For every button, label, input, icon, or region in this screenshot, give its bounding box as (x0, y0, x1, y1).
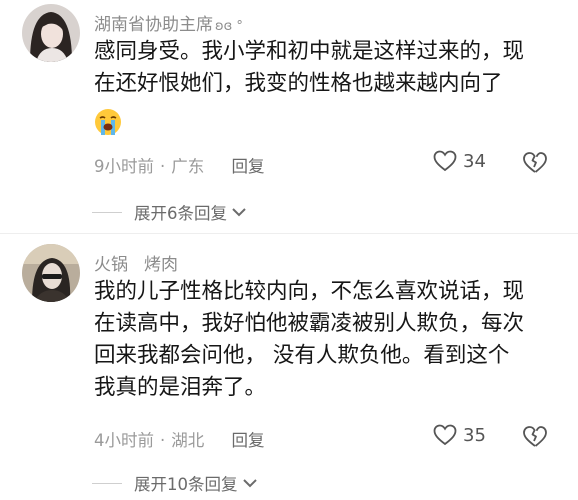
user-tag: 烤肉 (144, 255, 178, 275)
dislike-button[interactable] (522, 151, 548, 179)
reply-button[interactable]: 回复 (232, 431, 265, 450)
comment-location: 广东 (171, 157, 205, 176)
loudly-crying-face-icon (94, 106, 556, 138)
comment-time: 4小时前 (94, 431, 154, 450)
like-count: 35 (463, 424, 486, 446)
chevron-down-icon (242, 479, 257, 488)
section-divider (0, 233, 578, 234)
comment-line: 我的儿子性格比较内向，不怎么喜欢说话，现 (94, 279, 525, 304)
separator-dot: · (160, 431, 166, 450)
comment-location: 湖北 (171, 431, 205, 450)
broken-heart-icon (523, 152, 547, 173)
heart-icon (433, 424, 457, 446)
heart-icon (433, 150, 457, 172)
divider-line (92, 211, 122, 213)
dislike-button[interactable] (522, 425, 548, 453)
username[interactable]: 火锅 烤肉 (94, 250, 178, 275)
divider-line (92, 482, 122, 484)
expand-replies-button[interactable]: 展开6条回复 (92, 200, 247, 224)
comment-line: 感同身受。我小学和初中就是这样过来的，现 (94, 39, 525, 64)
comment-line: 在读高中，我好怕他被霸凌被别人欺负，每次 (94, 311, 525, 336)
broken-heart-icon (523, 426, 547, 447)
comment-line: 在还好恨她们，我变的性格也越来越内向了 (94, 71, 503, 96)
expand-replies-button[interactable]: 展开10条回复 (92, 471, 258, 495)
username-decoration: ʚɞ ° (215, 19, 243, 34)
avatar[interactable] (22, 4, 80, 62)
comment-text: 感同身受。我小学和初中就是这样过来的，现 在还好恨她们，我变的性格也越来越内向了 (94, 36, 556, 138)
avatar[interactable] (22, 244, 80, 302)
expand-replies-label: 展开6条回复 (134, 204, 227, 223)
username-text: 湖南省协助主席 (94, 15, 213, 35)
username-text: 火锅 (94, 255, 128, 275)
like-button[interactable]: 34 (433, 150, 486, 172)
comment-meta: 4小时前 · 湖北 回复 (94, 427, 265, 451)
reply-button[interactable]: 回复 (232, 157, 265, 176)
comment-line: 我真的是泪奔了。 (94, 375, 267, 400)
chevron-down-icon (232, 208, 246, 217)
username[interactable]: 湖南省协助主席 ʚɞ ° (94, 10, 243, 35)
like-button[interactable]: 35 (433, 424, 486, 446)
expand-replies-label: 展开10条回复 (134, 475, 238, 494)
comment-meta: 9小时前 · 广东 回复 (94, 153, 265, 177)
comment-text: 我的儿子性格比较内向，不怎么喜欢说话，现 在读高中，我好怕他被霸凌被别人欺负，每… (94, 276, 556, 404)
like-count: 34 (463, 150, 486, 172)
separator-dot: · (160, 157, 166, 176)
comment-time: 9小时前 (94, 157, 154, 176)
comment-line: 回来我都会问他， 没有人欺负他。看到这个 (94, 343, 510, 368)
